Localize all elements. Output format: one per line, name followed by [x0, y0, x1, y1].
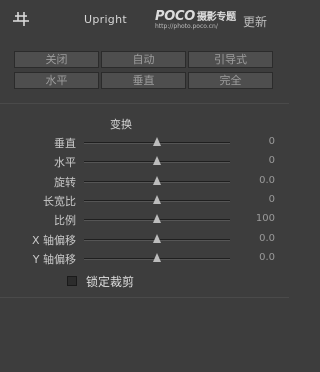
slider-value-y-offset[interactable]: 0.0	[259, 252, 275, 263]
mode-row-1: 关闭 自动 引导式	[14, 51, 273, 68]
slider-thumb-vertical[interactable]	[153, 137, 161, 146]
slider-track-rotate[interactable]	[84, 175, 230, 185]
slider-value-scale[interactable]: 100	[256, 213, 275, 224]
slider-thumb-scale[interactable]	[153, 214, 161, 224]
guided-button[interactable]: 引导式	[188, 51, 273, 68]
divider	[0, 103, 289, 104]
slider-value-aspect[interactable]: 0	[269, 194, 275, 205]
slider-label-rotate: 旋转	[54, 175, 76, 189]
slider-value-vertical[interactable]: 0	[269, 136, 275, 147]
constrain-crop-label: 锁定裁剪	[86, 275, 135, 289]
mode-row-2: 水平 垂直 完全	[14, 72, 273, 89]
slider-row-horizontal: 水平 0	[0, 154, 289, 169]
slider-row-y-offset: Y 轴偏移 0.0	[0, 251, 289, 266]
upright-icon[interactable]	[11, 9, 31, 29]
slider-value-x-offset[interactable]: 0.0	[259, 233, 275, 244]
slider-track-horizontal[interactable]	[84, 156, 230, 166]
slider-thumb-y-offset[interactable]	[153, 252, 161, 262]
full-button[interactable]: 完全	[188, 72, 273, 89]
watermark: POCO 摄影专题 http://photo.poco.cn/	[155, 8, 236, 30]
slider-value-rotate[interactable]: 0.0	[259, 175, 275, 186]
vertical-button[interactable]: 垂直	[101, 72, 186, 89]
slider-label-scale: 比例	[54, 214, 76, 228]
constrain-crop-checkbox[interactable]	[67, 276, 77, 286]
watermark-brand: POCO 摄影专题	[155, 9, 236, 24]
watermark-url: http://photo.poco.cn/	[155, 23, 218, 30]
slider-label-vertical: 垂直	[54, 137, 76, 150]
off-button[interactable]: 关闭	[14, 51, 99, 68]
slider-track-vertical[interactable]	[84, 137, 230, 146]
slider-row-rotate: 旋转 0.0	[0, 174, 289, 189]
level-button[interactable]: 水平	[14, 72, 99, 89]
divider	[0, 297, 289, 298]
update-button[interactable]: 更新	[243, 13, 267, 30]
slider-track-y-offset[interactable]	[84, 252, 230, 262]
auto-button[interactable]: 自动	[101, 51, 186, 68]
slider-label-horizontal: 水平	[54, 156, 76, 170]
upright-mode-buttons: 关闭 自动 引导式 水平 垂直 完全	[14, 51, 273, 93]
transform-section-title: 变换	[110, 118, 132, 131]
slider-thumb-x-offset[interactable]	[153, 233, 161, 243]
panel-header: Upright POCO 摄影专题 http://photo.poco.cn/ 更…	[0, 0, 289, 40]
slider-label-y-offset: Y 轴偏移	[32, 252, 76, 266]
slider-thumb-rotate[interactable]	[153, 175, 161, 185]
panel-title: Upright	[84, 13, 127, 26]
slider-label-x-offset: X 轴偏移	[31, 233, 76, 247]
slider-thumb-aspect[interactable]	[153, 194, 161, 204]
slider-track-aspect[interactable]	[84, 194, 230, 204]
slider-value-horizontal[interactable]: 0	[269, 155, 275, 166]
slider-row-scale: 比例 100	[0, 212, 289, 227]
slider-row-aspect: 长宽比 0	[0, 193, 289, 208]
slider-row-vertical: 垂直 0	[0, 135, 289, 150]
slider-track-scale[interactable]	[84, 214, 230, 224]
slider-track-x-offset[interactable]	[84, 233, 230, 243]
slider-label-aspect: 长宽比	[43, 194, 76, 208]
slider-row-x-offset: X 轴偏移 0.0	[0, 232, 289, 247]
slider-thumb-horizontal[interactable]	[153, 156, 161, 166]
